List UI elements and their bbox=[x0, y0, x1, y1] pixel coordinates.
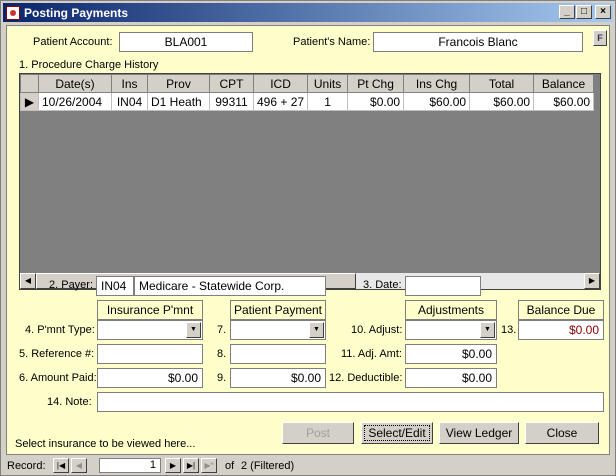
record-label: Record: bbox=[7, 460, 46, 472]
first-record-icon[interactable]: |◀ bbox=[53, 458, 69, 473]
patient-name-field[interactable]: Francois Blanc bbox=[373, 32, 583, 52]
col-header-icd[interactable]: ICD bbox=[252, 74, 309, 93]
record-number-field[interactable]: 1 bbox=[99, 458, 161, 473]
cell-units[interactable]: 1 bbox=[307, 92, 349, 111]
amount-paid-label: 6. Amount Paid: bbox=[19, 372, 97, 384]
adjust-type-select[interactable]: ▼ bbox=[405, 320, 497, 340]
scroll-left-icon[interactable]: ◀ bbox=[20, 273, 36, 289]
charge-history-grid[interactable]: Date(s) Ins Prov CPT ICD Units Pt Chg In… bbox=[19, 73, 601, 290]
patient-amount-paid-field[interactable]: $0.00 bbox=[230, 368, 326, 388]
table-row[interactable]: ▶ 10/26/2004 IN04 D1 Heath 99311 496 + 2… bbox=[20, 92, 595, 111]
filter-button[interactable]: F bbox=[593, 30, 607, 46]
window-title: Posting Payments bbox=[24, 5, 129, 20]
cell-total[interactable]: $60.00 bbox=[469, 92, 535, 111]
cell-ins[interactable]: IN04 bbox=[111, 92, 148, 111]
charge-history-title: 1. Procedure Charge History bbox=[19, 59, 159, 71]
col-header-total[interactable]: Total bbox=[469, 74, 535, 93]
post-button[interactable]: Post bbox=[282, 422, 354, 444]
payer-name-field[interactable]: Medicare - Statewide Corp. bbox=[134, 276, 326, 296]
insurance-payment-header: Insurance P'mnt bbox=[97, 300, 203, 320]
previous-record-icon[interactable]: ◀ bbox=[71, 458, 87, 473]
col-header-ins-chg[interactable]: Ins Chg bbox=[403, 74, 471, 93]
col-header-prov[interactable]: Prov bbox=[147, 74, 210, 93]
cell-prov[interactable]: D1 Heath bbox=[147, 92, 210, 111]
charge-table: Date(s) Ins Prov CPT ICD Units Pt Chg In… bbox=[20, 74, 595, 111]
row-selector-header bbox=[20, 74, 39, 93]
maximize-button[interactable]: □ bbox=[576, 5, 592, 19]
payer-code-field[interactable]: IN04 bbox=[96, 276, 134, 296]
last-record-icon[interactable]: ▶| bbox=[183, 458, 199, 473]
record-count-text: 2 (Filtered) bbox=[241, 460, 295, 472]
posting-payments-window: Posting Payments _ □ × Patient Account: … bbox=[0, 0, 616, 476]
adjustments-header: Adjustments bbox=[405, 300, 497, 320]
deductible-field[interactable]: $0.00 bbox=[405, 368, 497, 388]
row-selector-icon[interactable]: ▶ bbox=[20, 92, 39, 111]
patient-account-label: Patient Account: bbox=[33, 36, 113, 48]
chevron-down-icon[interactable]: ▼ bbox=[480, 322, 495, 338]
deductible-label: 12. Deductible: bbox=[329, 372, 403, 384]
col-header-ins[interactable]: Ins bbox=[111, 74, 148, 93]
balance-due-header: Balance Due bbox=[518, 300, 604, 320]
row-7-label: 7. bbox=[217, 324, 227, 336]
cell-icd[interactable]: 496 + 27 bbox=[252, 92, 309, 111]
date-label: 3. Date: bbox=[363, 279, 402, 291]
col-header-dates[interactable]: Date(s) bbox=[38, 74, 112, 93]
cell-cpt[interactable]: 99311 bbox=[209, 92, 254, 111]
adjust-label: 10. Adjust: bbox=[351, 324, 403, 336]
insurance-payment-type-select[interactable]: ▼ bbox=[97, 320, 203, 340]
note-field[interactable] bbox=[97, 392, 604, 412]
adj-amt-field[interactable]: $0.00 bbox=[405, 344, 497, 364]
scroll-right-icon[interactable]: ▶ bbox=[584, 273, 600, 289]
payment-form: Patient Account: BLA001 Patient's Name: … bbox=[6, 25, 610, 455]
patient-name-label: Patient's Name: bbox=[293, 36, 371, 48]
col-header-pt-chg[interactable]: Pt Chg bbox=[347, 74, 405, 93]
row-13-label: 13. bbox=[501, 324, 517, 336]
cell-pt-chg[interactable]: $0.00 bbox=[347, 92, 405, 111]
patient-payment-header: Patient Payment bbox=[230, 300, 326, 320]
hint-text: Select insurance to be viewed here... bbox=[15, 438, 196, 450]
table-header-row: Date(s) Ins Prov CPT ICD Units Pt Chg In… bbox=[20, 74, 595, 93]
payment-type-label: 4. P'mnt Type: bbox=[25, 324, 95, 336]
chevron-down-icon[interactable]: ▼ bbox=[186, 322, 201, 338]
note-label: 14. Note: bbox=[47, 396, 92, 408]
patient-account-field[interactable]: BLA001 bbox=[119, 32, 253, 52]
new-record-icon[interactable]: ▶* bbox=[201, 458, 217, 473]
patient-payment-type-select[interactable]: ▼ bbox=[230, 320, 326, 340]
col-header-cpt[interactable]: CPT bbox=[209, 74, 254, 93]
chevron-down-icon[interactable]: ▼ bbox=[309, 322, 324, 338]
patient-reference-field[interactable] bbox=[230, 344, 326, 364]
date-field[interactable] bbox=[405, 276, 481, 296]
view-ledger-button[interactable]: View Ledger bbox=[439, 422, 519, 444]
record-navigator: Record: |◀ ◀ 1 ▶ ▶| ▶* of 2 (Filtered) bbox=[3, 457, 613, 475]
adj-amt-label: 11. Adj. Amt: bbox=[341, 348, 402, 360]
title-bar[interactable]: Posting Payments _ □ × bbox=[3, 3, 613, 22]
payer-label: 2. Payer: bbox=[49, 279, 94, 291]
close-button[interactable]: Close bbox=[525, 422, 599, 444]
cell-ins-chg[interactable]: $60.00 bbox=[403, 92, 471, 111]
amount-paid-field[interactable]: $0.00 bbox=[97, 368, 203, 388]
reference-label: 5. Reference #: bbox=[19, 348, 95, 360]
app-icon bbox=[6, 5, 20, 20]
close-window-button[interactable]: × bbox=[595, 5, 611, 19]
cell-date[interactable]: 10/26/2004 bbox=[38, 92, 112, 111]
balance-due-field: $0.00 bbox=[518, 320, 604, 340]
minimize-button[interactable]: _ bbox=[559, 5, 575, 19]
reference-field[interactable] bbox=[97, 344, 203, 364]
of-label: of bbox=[225, 460, 235, 472]
cell-balance[interactable]: $60.00 bbox=[533, 92, 595, 111]
col-header-balance[interactable]: Balance bbox=[533, 74, 595, 93]
select-edit-button[interactable]: Select/Edit bbox=[361, 422, 433, 444]
next-record-icon[interactable]: ▶ bbox=[165, 458, 181, 473]
row-9-label: 9. bbox=[217, 372, 227, 384]
col-header-units[interactable]: Units bbox=[307, 74, 349, 93]
row-8-label: 8. bbox=[217, 348, 227, 360]
